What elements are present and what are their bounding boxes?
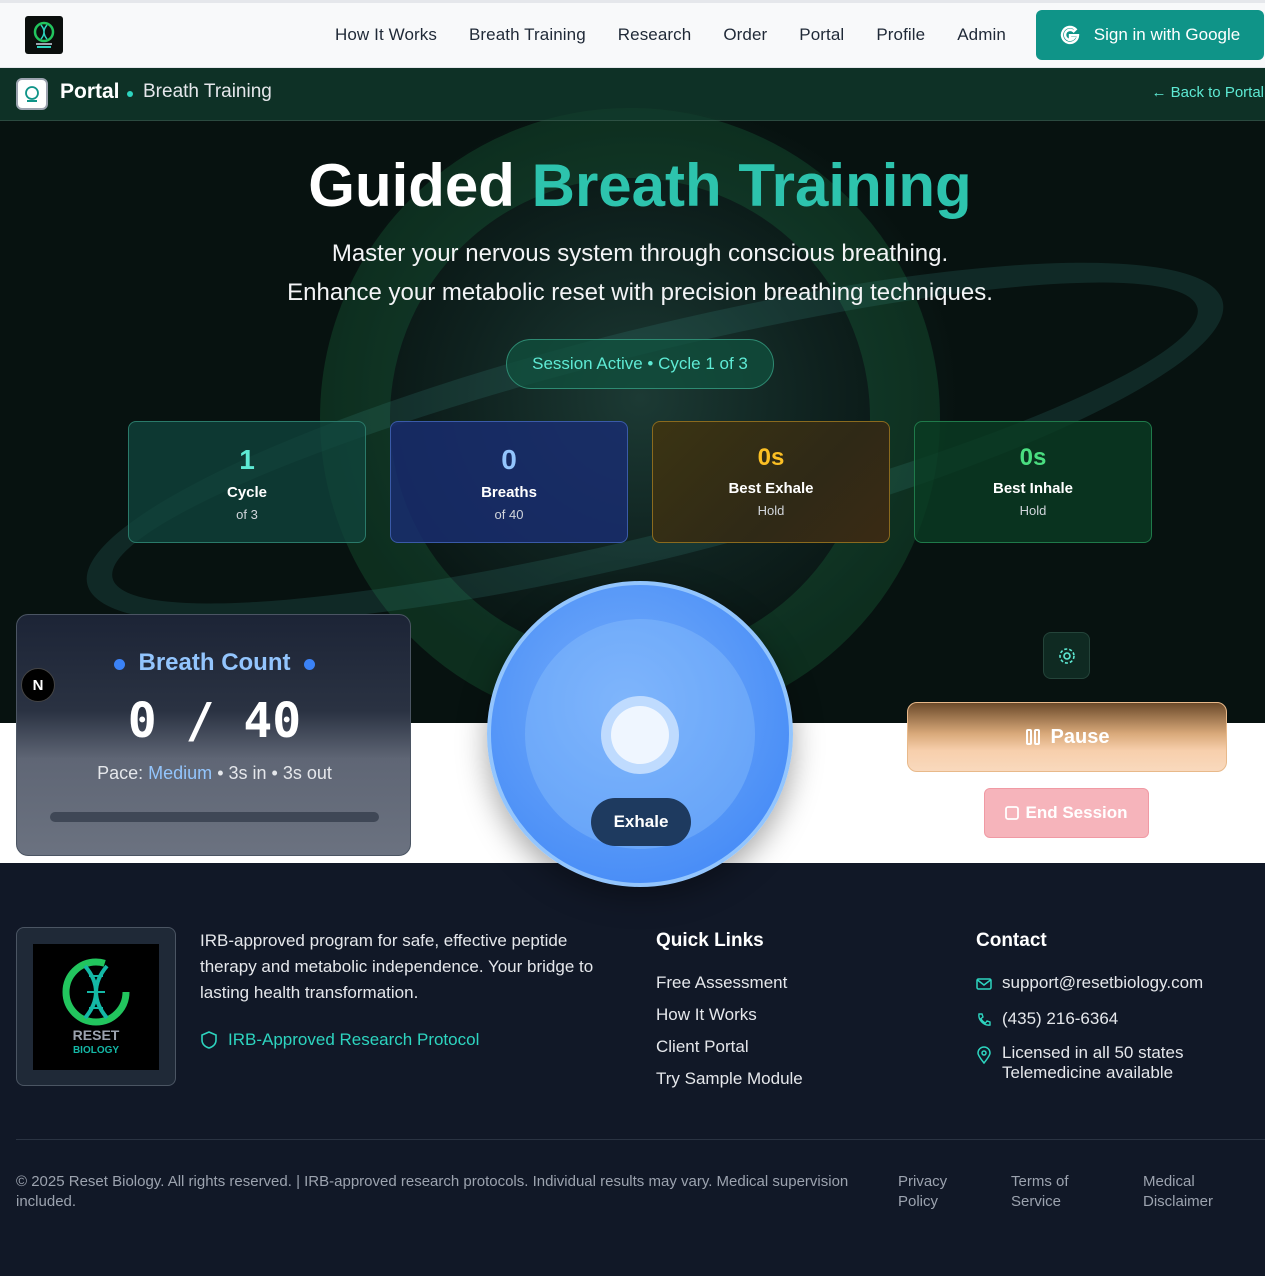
nav-order[interactable]: Order	[723, 25, 767, 45]
breath-progress-bar	[50, 812, 379, 822]
stat-sub: Hold	[1019, 503, 1047, 518]
reset-biology-logo-icon: RESET BIOLOGY	[62, 958, 130, 1056]
page-title-accent: Breath Training	[531, 152, 972, 219]
footer-link-client-portal[interactable]: Client Portal	[656, 1037, 749, 1057]
nav-profile[interactable]: Profile	[876, 25, 925, 45]
contact-phone-text: (435) 216-6364	[1002, 1009, 1119, 1028]
stat-card-best-exhale: 0s Best Exhale Hold	[652, 421, 890, 543]
quick-links-title: Quick Links	[656, 930, 764, 951]
footer-logo: RESET BIOLOGY	[16, 927, 176, 1086]
dna-small-icon	[25, 86, 39, 102]
page-title: Guided Breath Training	[0, 150, 1265, 222]
logo-text-reset: RESET	[73, 1027, 120, 1043]
map-pin-icon	[977, 1046, 991, 1064]
session-status-badge: Session Active • Cycle 1 of 3	[506, 339, 774, 389]
footer-description: IRB-approved program for safe, effective…	[200, 931, 594, 1002]
settings-button[interactable]	[1043, 632, 1090, 679]
top-navbar: How It Works Breath Training Research Or…	[0, 0, 1265, 68]
stat-value: 0	[501, 444, 517, 475]
contact-title: Contact	[976, 930, 1047, 951]
pause-icon	[1025, 729, 1040, 745]
orb-core	[601, 696, 679, 774]
logo[interactable]	[25, 16, 63, 54]
indicator-dot	[304, 659, 315, 670]
footer-link-free-assessment[interactable]: Free Assessment	[656, 973, 787, 993]
breadcrumb-current: Breath Training	[143, 81, 272, 102]
nav-research[interactable]: Research	[618, 25, 692, 45]
footer-link-how-it-works[interactable]: How It Works	[656, 1005, 757, 1025]
page-title-main: Guided	[308, 152, 515, 219]
end-session-button[interactable]: End Session	[984, 788, 1149, 838]
shield-icon	[201, 1031, 217, 1049]
stat-sub: of 3	[236, 507, 258, 522]
stat-value: 0s	[757, 444, 785, 471]
contact-location: Licensed in all 50 states Telemedicine a…	[976, 1043, 1183, 1083]
pace-value: Medium	[148, 763, 213, 783]
pause-label: Pause	[1050, 725, 1110, 748]
stat-label: Best Exhale	[728, 480, 814, 497]
stop-icon	[1005, 806, 1020, 820]
breath-count-value: 0 / 40	[127, 693, 302, 749]
stat-label: Breaths	[481, 484, 537, 501]
stat-sub: of 40	[494, 507, 524, 522]
dev-indicator-badge[interactable]: N	[21, 668, 55, 702]
stat-value: 1	[239, 444, 255, 475]
stat-card-best-inhale: 0s Best Inhale Hold	[914, 421, 1152, 543]
breathing-orb: Exhale	[487, 581, 793, 887]
pace-label: Pace:	[97, 763, 144, 783]
irb-badge: IRB-Approved Research Protocol	[200, 1030, 479, 1050]
back-to-portal-link[interactable]: ← Back to Portal	[1151, 84, 1264, 101]
portal-subheader: Portal Breath Training ← Back to Portal	[0, 68, 1265, 121]
footer-link-sample-module[interactable]: Try Sample Module	[656, 1069, 803, 1089]
nav-portal[interactable]: Portal	[799, 25, 844, 45]
nav-breath-training[interactable]: Breath Training	[469, 25, 586, 45]
copyright-text: © 2025 Reset Biology. All rights reserve…	[16, 1173, 849, 1210]
end-session-label: End Session	[1025, 803, 1128, 822]
phone-icon	[978, 1013, 991, 1026]
footer-logo-image: RESET BIOLOGY	[33, 944, 159, 1070]
pace-in: 3s in	[228, 763, 267, 783]
google-signin-label: Sign in with Google	[1093, 25, 1241, 44]
contact-email[interactable]: support@resetbiology.com	[976, 973, 1203, 993]
portal-icon	[16, 78, 48, 110]
hero-line-1: Master your nervous system through consc…	[331, 240, 949, 267]
logo-text-biology: BIOLOGY	[73, 1045, 119, 1056]
portal-title[interactable]: Portal	[60, 80, 120, 104]
irb-label: IRB-Approved Research Protocol	[228, 1030, 480, 1049]
terms-of-service-link[interactable]: Terms of Service	[1011, 1172, 1101, 1212]
contact-email-text: support@resetbiology.com	[1002, 973, 1204, 992]
stat-label: Best Inhale	[992, 480, 1074, 497]
hero-line-2: Enhance your metabolic reset with precis…	[287, 279, 993, 306]
nav-admin[interactable]: Admin	[957, 25, 1006, 45]
mail-icon	[976, 978, 992, 990]
gear-icon	[1058, 647, 1075, 664]
pause-button[interactable]: Pause	[907, 702, 1227, 772]
dna-logo-icon	[33, 21, 55, 48]
breadcrumb-dot	[127, 91, 133, 97]
medical-disclaimer-link[interactable]: Medical Disclaimer	[1143, 1172, 1233, 1212]
breath-count-title: Breath Count	[138, 649, 291, 676]
google-icon	[1060, 25, 1079, 45]
stat-value: 0s	[1019, 444, 1047, 471]
nav-how-it-works[interactable]: How It Works	[335, 25, 437, 45]
contact-phone[interactable]: (435) 216-6364	[976, 1009, 1118, 1029]
stat-label: Cycle	[226, 484, 268, 501]
pace-info: Pace: Medium • 3s in • 3s out	[97, 763, 332, 783]
main-nav: How It Works Breath Training Research Or…	[335, 25, 1038, 45]
google-signin-button[interactable]: Sign in with Google	[1036, 10, 1264, 60]
footer-divider	[16, 1139, 1265, 1140]
privacy-policy-link[interactable]: Privacy Policy	[898, 1172, 978, 1212]
stat-sub: Hold	[757, 503, 785, 518]
contact-telemedicine: Telemedicine available	[1002, 1063, 1174, 1082]
contact-licensed: Licensed in all 50 states	[1002, 1043, 1184, 1062]
breath-count-card: Breath Count 0 / 40 Pace: Medium • 3s in…	[16, 614, 411, 856]
breath-phase-label: Exhale	[591, 798, 691, 846]
stat-card-cycle: 1 Cycle of 3	[128, 421, 366, 543]
pace-out: 3s out	[282, 763, 332, 783]
stat-card-breaths: 0 Breaths of 40	[390, 421, 628, 543]
